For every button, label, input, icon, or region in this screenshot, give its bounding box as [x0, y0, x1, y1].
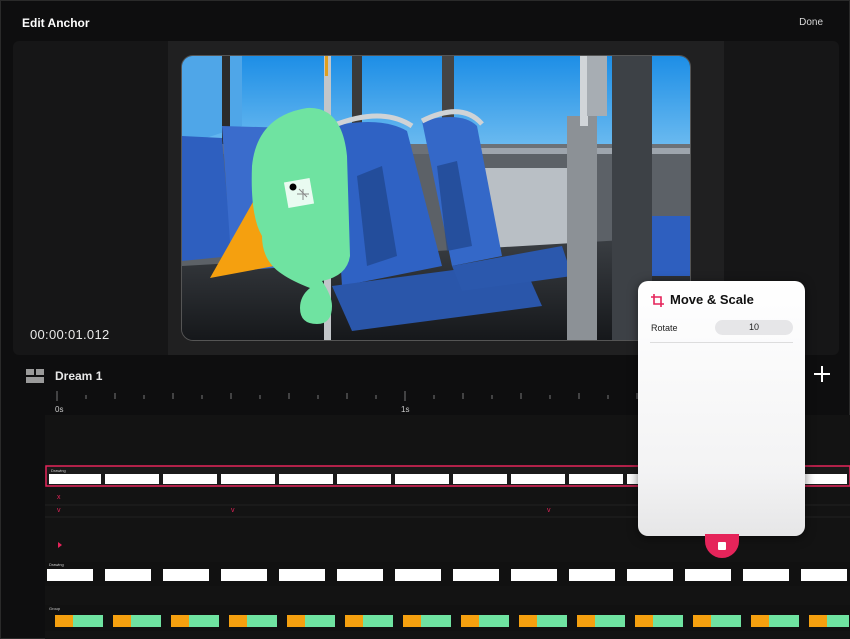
crop-icon	[651, 294, 664, 307]
y-keyframe-marker: v	[57, 507, 61, 514]
divider	[650, 342, 793, 343]
bus-interior-photo	[182, 56, 690, 340]
add-icon[interactable]	[811, 363, 833, 385]
done-button[interactable]: Done	[799, 17, 823, 28]
group-frames: Group	[45, 605, 850, 631]
x-keyframe-marker: x	[57, 494, 61, 501]
timeline-name: Dream 1	[55, 369, 103, 383]
page-title: Edit Anchor	[22, 16, 90, 30]
app-window: Edit Anchor Done 00:00:01.012 Dream 1 0s…	[0, 0, 850, 639]
rotation-keyframe-marker	[58, 542, 62, 548]
rotate-label: Rotate	[651, 323, 678, 333]
panel-title: Move & Scale	[670, 292, 754, 307]
track-label: Drawing	[51, 468, 66, 473]
ruler-label-1s: 1s	[401, 405, 410, 414]
track-label: Group	[49, 606, 61, 611]
move-scale-panel: Move & Scale Rotate 10	[638, 281, 805, 536]
video-frame[interactable]	[181, 55, 691, 341]
drawing-frames: Drawing	[45, 562, 850, 586]
y-keyframe-marker: v	[231, 507, 235, 514]
track-group[interactable]: Group	[45, 605, 850, 631]
layers-icon[interactable]	[26, 369, 44, 383]
y-keyframe-marker: v	[547, 507, 551, 514]
playhead-timestamp: 00:00:01.012	[30, 327, 110, 342]
trash-icon	[718, 542, 726, 550]
track-drawing[interactable]: Drawing	[45, 562, 850, 586]
track-label: Drawing	[49, 562, 64, 567]
ruler-label-start: 0s	[55, 405, 64, 414]
rotate-input[interactable]: 10	[715, 320, 793, 335]
